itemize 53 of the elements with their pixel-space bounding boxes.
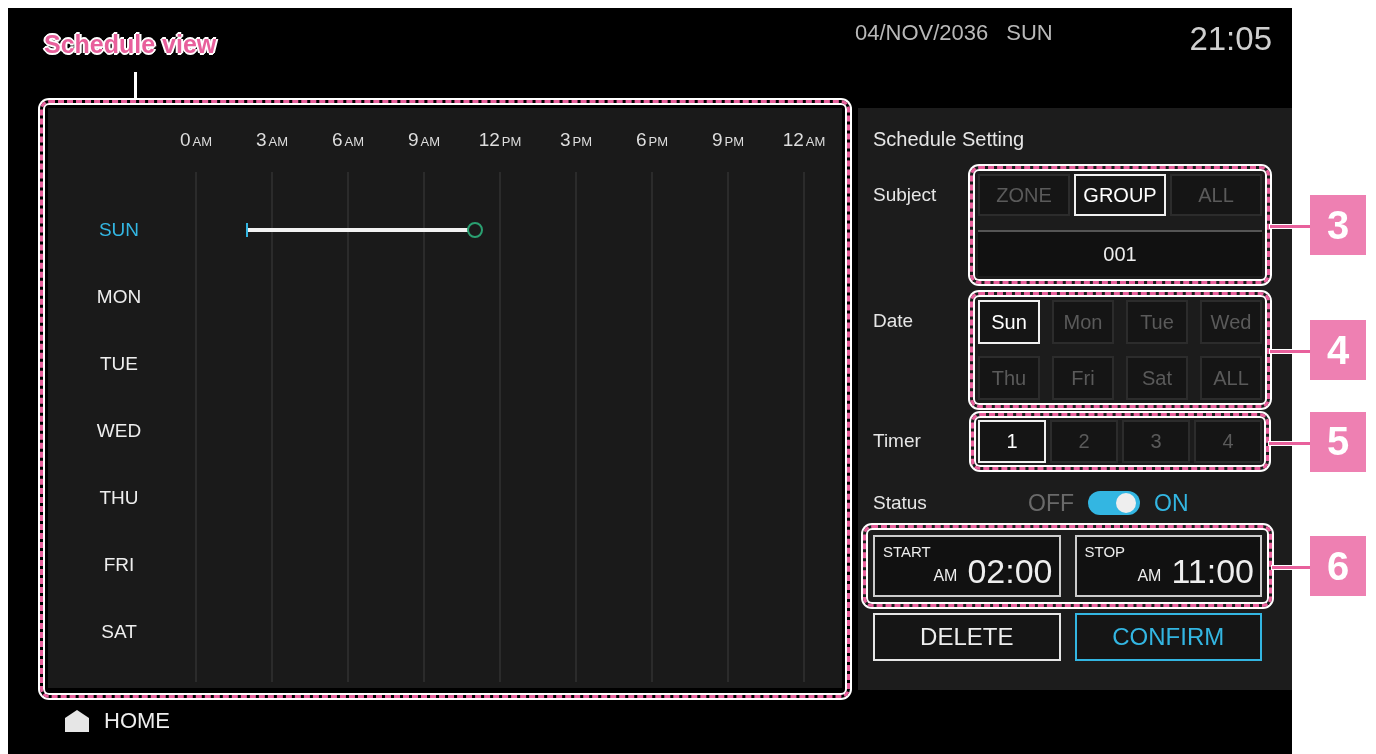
hour-label: 9AM xyxy=(406,129,442,151)
subject-value[interactable]: 001 xyxy=(978,230,1262,276)
field-label: Timer xyxy=(873,430,922,452)
leader-line xyxy=(1270,350,1310,353)
time-field[interactable]: STOP AM 11:00 xyxy=(1074,535,1262,597)
hour-label: 6 PM xyxy=(634,129,670,151)
time-label: STOP xyxy=(1084,543,1126,560)
weekday-text: SUN xyxy=(1006,20,1053,46)
hour-label: 12 PM xyxy=(477,129,523,151)
leader-line xyxy=(1269,441,1310,445)
date-text: 04/NOV/2036 xyxy=(855,20,989,46)
hour-label: 3 PM xyxy=(558,129,594,151)
home-link[interactable]: HOME xyxy=(104,708,170,734)
annotation-title: Schedule view xyxy=(44,30,217,59)
day-label[interactable]: FRI xyxy=(48,553,158,576)
field-label: Subject xyxy=(873,184,938,206)
callout-badge: 6 xyxy=(1310,536,1366,596)
clock-time: 21:05 xyxy=(1189,20,1272,58)
period-text: AM xyxy=(1137,567,1162,585)
schedule-bar[interactable] xyxy=(245,221,483,238)
leader-line xyxy=(1270,225,1310,228)
hour-label: 9 PM xyxy=(710,129,746,151)
delete-button[interactable]: DELETE xyxy=(873,613,1061,661)
time-field[interactable]: START AM 02:00 xyxy=(873,535,1061,597)
day-label[interactable]: SAT xyxy=(48,620,158,643)
hour-label: 0AM xyxy=(178,129,214,151)
day-label[interactable]: MON xyxy=(48,285,158,308)
timer-option[interactable]: 1 xyxy=(978,420,1046,463)
time-label: START xyxy=(883,543,931,560)
off-label: OFF xyxy=(1028,489,1074,517)
home-icon[interactable] xyxy=(64,709,90,733)
time-value: 02:00 xyxy=(967,552,1053,591)
subject-option[interactable]: GROUP xyxy=(1074,174,1166,216)
status-toggle[interactable] xyxy=(1088,491,1140,515)
callout-badge: 5 xyxy=(1310,411,1366,472)
field-label: Date xyxy=(873,310,915,332)
day-label[interactable]: THU xyxy=(48,486,158,509)
hour-label: 6AM xyxy=(330,129,366,151)
hour-label: 12 AM xyxy=(781,129,827,151)
day-label[interactable]: SUN xyxy=(48,218,158,241)
field-label: Status xyxy=(873,492,928,514)
day-label[interactable]: TUE xyxy=(48,352,158,375)
confirm-button[interactable]: CONFIRM xyxy=(1074,613,1262,661)
callout-badge: 4 xyxy=(1310,320,1366,380)
day-label[interactable]: WED xyxy=(48,419,158,442)
leader-line xyxy=(134,72,137,100)
period-text: AM xyxy=(933,567,958,585)
hour-label: 3AM xyxy=(254,129,290,151)
on-label: ON xyxy=(1154,489,1189,517)
leader-line xyxy=(1272,566,1310,569)
time-value: 11:00 xyxy=(1171,552,1254,591)
callout-badge: 3 xyxy=(1310,195,1366,255)
panel-title: Schedule Setting xyxy=(873,128,1026,152)
